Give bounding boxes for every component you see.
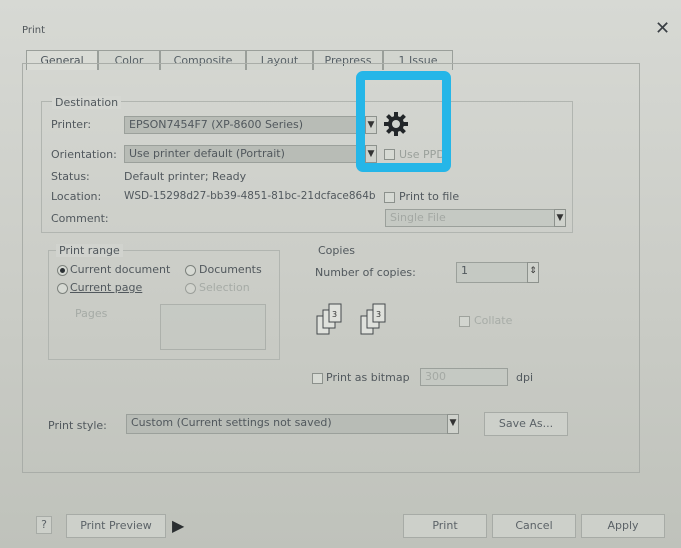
svg-text:3: 3 xyxy=(376,310,381,319)
print-preview-button[interactable]: Print Preview xyxy=(66,514,166,538)
printer-select[interactable]: EPSON7454F7 (XP-8600 Series) xyxy=(124,116,366,134)
close-icon[interactable]: ✕ xyxy=(655,18,670,39)
collate-pages-icon: 3 xyxy=(360,303,386,335)
print-dialog: Print ✕ General Color Composite Layout P… xyxy=(0,0,681,548)
orientation-select[interactable]: Use printer default (Portrait) xyxy=(124,145,366,163)
collate-pages-icon: 3 xyxy=(316,303,342,335)
current-document-radio[interactable] xyxy=(57,265,68,276)
chevron-down-icon[interactable]: ▼ xyxy=(554,209,566,227)
apply-button[interactable]: Apply xyxy=(581,514,665,538)
reset-button[interactable]: ? xyxy=(36,516,52,534)
comment-label: Comment: xyxy=(51,212,109,225)
copies-input[interactable]: 1 xyxy=(456,262,528,283)
location-label: Location: xyxy=(51,190,102,203)
collate-label: Collate xyxy=(474,314,513,327)
documents-radio[interactable] xyxy=(185,265,196,276)
collate-checkbox[interactable] xyxy=(459,316,470,327)
pages-input[interactable] xyxy=(160,304,266,350)
current-page-label: Current page xyxy=(70,281,143,294)
copies-label: Copies xyxy=(318,244,355,257)
print-to-file-label: Print to file xyxy=(399,190,460,203)
highlight-box xyxy=(356,71,451,172)
dpi-unit-label: dpi xyxy=(516,371,534,384)
copies-stepper[interactable]: ⇕ xyxy=(527,262,539,283)
play-icon[interactable]: ▶ xyxy=(172,516,184,535)
dpi-input[interactable]: 300 xyxy=(420,368,508,386)
location-value: WSD-15298d27-bb39-4851-81bc-21dcface864b xyxy=(124,190,376,202)
current-document-label: Current document xyxy=(70,263,171,276)
cancel-button[interactable]: Cancel xyxy=(492,514,576,538)
selection-radio[interactable] xyxy=(185,283,196,294)
print-style-label: Print style: xyxy=(48,419,107,432)
destination-group-label: Destination xyxy=(52,96,122,109)
print-to-file-checkbox[interactable] xyxy=(384,192,395,203)
print-range-label: Print range xyxy=(56,244,123,257)
printer-label: Printer: xyxy=(51,118,92,131)
current-page-radio[interactable] xyxy=(57,283,68,294)
print-as-bitmap-checkbox[interactable] xyxy=(312,373,323,384)
status-label: Status: xyxy=(51,170,90,183)
chevron-down-icon[interactable]: ▼ xyxy=(447,414,459,434)
print-button[interactable]: Print xyxy=(403,514,487,538)
number-of-copies-label: Number of copies: xyxy=(315,266,416,279)
print-style-select[interactable]: Custom (Current settings not saved) xyxy=(126,414,448,434)
status-value: Default printer; Ready xyxy=(124,170,247,183)
window-title: Print xyxy=(22,25,46,36)
file-option-select[interactable]: Single File xyxy=(385,209,555,227)
save-as-button[interactable]: Save As... xyxy=(484,412,568,436)
selection-label: Selection xyxy=(199,281,250,294)
documents-label: Documents xyxy=(199,263,262,276)
pages-label: Pages xyxy=(75,307,108,320)
orientation-label: Orientation: xyxy=(51,148,117,161)
print-as-bitmap-label: Print as bitmap xyxy=(326,371,410,384)
svg-text:3: 3 xyxy=(332,310,337,319)
